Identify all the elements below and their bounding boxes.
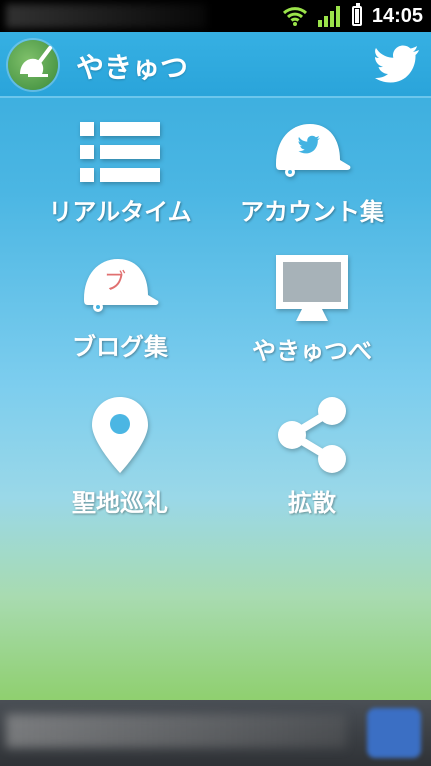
cap-bat-icon	[20, 46, 52, 77]
blog-cap-icon: ブ	[84, 259, 159, 312]
menu-item-label: リアルタイム	[48, 198, 192, 226]
menu-item-label: 拡散	[288, 489, 336, 517]
ad-content	[6, 714, 346, 748]
status-clock: 14:05	[371, 4, 423, 27]
menu-item-accounts[interactable]: アカウント集	[212, 120, 412, 227]
app-title: やきゅつ	[76, 51, 189, 84]
ad-banner[interactable]	[0, 700, 431, 766]
menu-item-label: やきゅつべ	[252, 337, 372, 365]
signal-icon	[317, 6, 340, 27]
menu-item-blogs[interactable]: ブ ブログ集	[20, 255, 220, 362]
menu-item-videos[interactable]: やきゅつべ	[212, 255, 412, 366]
menu-item-label: アカウント集	[240, 198, 384, 226]
map-pin-icon	[92, 397, 148, 473]
menu-item-share[interactable]: 拡散	[212, 395, 412, 518]
twitter-bird-icon	[375, 45, 419, 83]
notification-area	[6, 4, 206, 28]
battery-icon	[351, 3, 362, 26]
menu-item-label: 聖地巡礼	[72, 489, 168, 517]
status-icons: 14:05	[282, 0, 423, 32]
twitter-button[interactable]	[375, 42, 421, 86]
ad-action-button[interactable]	[367, 708, 421, 758]
monitor-icon	[276, 255, 348, 321]
blog-mark: ブ	[104, 270, 126, 295]
menu-item-pilgrimage[interactable]: 聖地巡礼	[20, 395, 220, 518]
menu-item-realtime[interactable]: リアルタイム	[20, 120, 220, 227]
app-logo[interactable]	[8, 40, 58, 90]
menu-item-label: ブログ集	[72, 333, 168, 361]
list-icon	[80, 122, 160, 182]
share-icon	[278, 397, 346, 473]
status-bar: 14:05	[0, 0, 431, 32]
twitter-cap-icon	[276, 124, 351, 177]
app-bar: やきゅつ	[0, 32, 431, 98]
wifi-icon	[282, 7, 307, 26]
